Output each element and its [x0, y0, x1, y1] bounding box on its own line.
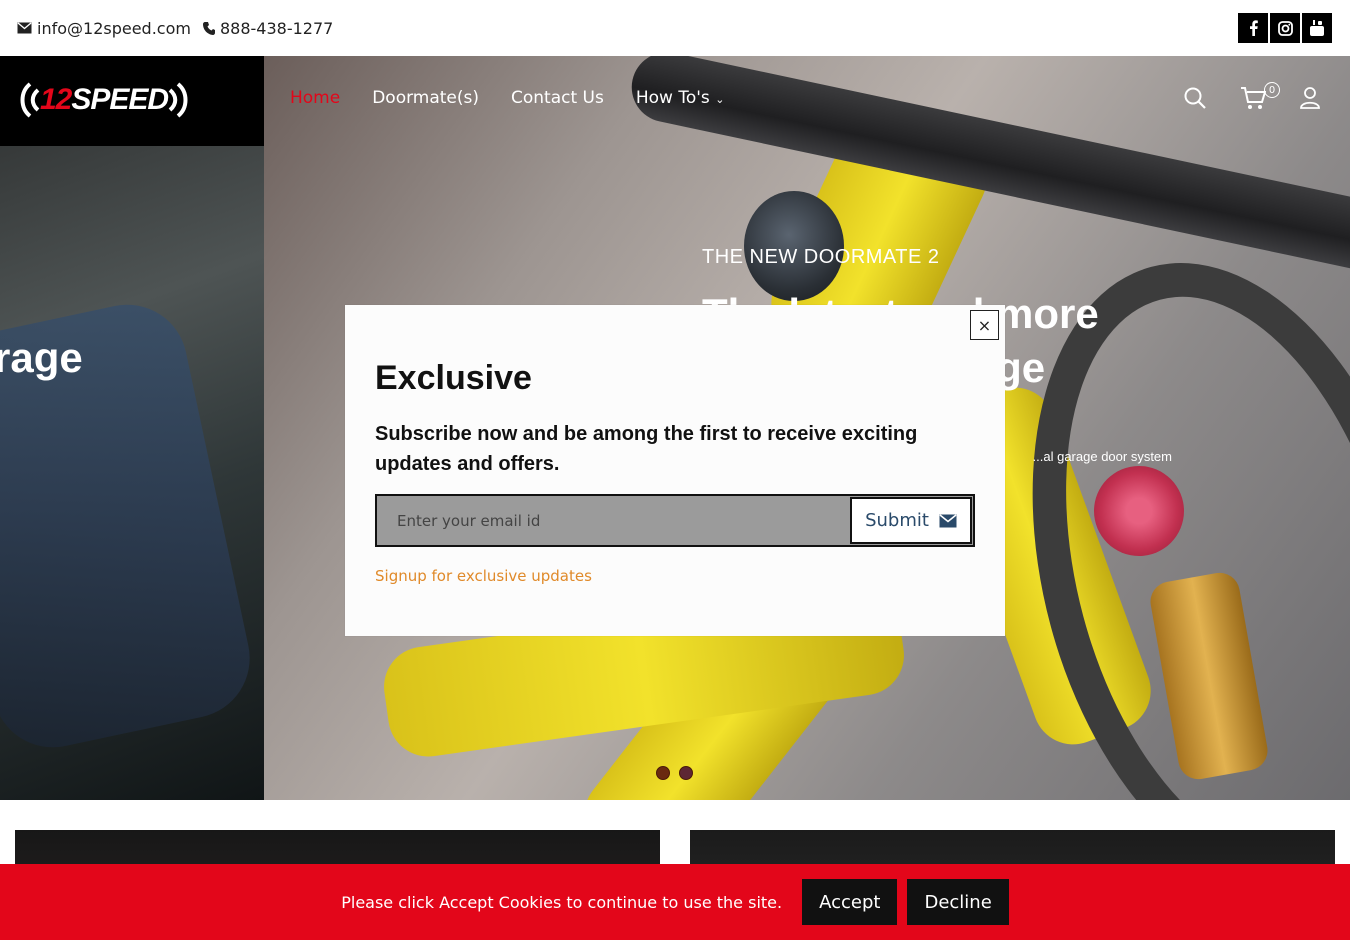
nav-doormates[interactable]: Doormate(s) — [372, 88, 479, 108]
facebook-icon — [1249, 20, 1258, 36]
cart-button[interactable]: 0 — [1240, 82, 1280, 114]
phone-text: 888-438-1277 — [219, 18, 334, 38]
youtube-icon — [1310, 20, 1324, 36]
phone-contact[interactable]: 888-438-1277 — [202, 18, 334, 38]
social-links — [1238, 13, 1332, 43]
logo-word: SPEED — [71, 83, 169, 116]
youtube-link[interactable] — [1302, 13, 1332, 43]
account-button[interactable] — [1300, 87, 1320, 113]
signal-right-icon — [168, 82, 188, 118]
slide-kicker: THE NEW DOORMATE 2 — [702, 246, 940, 268]
chevron-down-icon: ⌄ — [715, 93, 725, 106]
slider-dot-2[interactable] — [679, 766, 693, 780]
logo-wordmark: 12SPEED — [40, 83, 169, 117]
modal-lead-text: Subscribe now and be among the first to … — [375, 423, 918, 475]
instagram-link[interactable] — [1270, 13, 1300, 43]
cookie-message: Please click Accept Cookies to continue … — [341, 892, 783, 912]
envelope-icon — [939, 513, 957, 527]
facebook-link[interactable] — [1238, 13, 1268, 43]
header-actions: 0 — [1184, 82, 1320, 114]
decline-cookies-button[interactable]: Decline — [907, 879, 1009, 925]
submit-button[interactable]: Submit — [850, 497, 972, 544]
search-button[interactable] — [1184, 87, 1206, 113]
top-bar: info@12speed.com 888-438-1277 — [0, 0, 1350, 56]
email-contact[interactable]: info@12speed.com — [17, 19, 191, 38]
modal-title: Exclusive — [375, 359, 532, 397]
subscribe-form: Submit — [375, 494, 975, 547]
signal-left-icon — [20, 82, 40, 118]
envelope-icon — [17, 22, 32, 34]
accept-cookies-button[interactable]: Accept — [802, 879, 898, 925]
cart-icon — [1241, 87, 1267, 109]
submit-label: Submit — [865, 510, 929, 531]
nav-how-tos[interactable]: How To's ⌄ — [636, 88, 725, 108]
cookie-banner: Please click Accept Cookies to continue … — [0, 864, 1350, 940]
close-icon: × — [977, 315, 992, 335]
cart-count-badge: 0 — [1264, 82, 1280, 98]
instagram-icon — [1277, 20, 1293, 36]
logo-number: 12 — [40, 83, 72, 116]
previous-slide-title: rage — [0, 334, 83, 381]
main-nav: Home Doormate(s) Contact Us How To's ⌄ — [290, 88, 724, 108]
phone-icon — [202, 21, 215, 35]
signup-note: Signup for exclusive updates — [375, 567, 592, 585]
nav-how-tos-label: How To's — [635, 88, 710, 108]
fork-dial-image — [1094, 466, 1184, 556]
close-modal-button[interactable]: × — [970, 310, 999, 340]
previous-slide: rage — [0, 56, 264, 800]
slider-dots — [656, 766, 693, 780]
search-icon — [1184, 87, 1206, 109]
email-input[interactable] — [377, 496, 849, 545]
nav-contact-us[interactable]: Contact Us — [511, 88, 604, 108]
nav-home[interactable]: Home — [290, 88, 340, 108]
email-text: info@12speed.com — [37, 18, 191, 38]
site-logo[interactable]: 12SPEED — [16, 80, 192, 120]
user-icon — [1300, 87, 1320, 109]
slider-dot-1[interactable] — [656, 766, 670, 780]
subscribe-modal: × Exclusive Subscribe now and be among t… — [345, 305, 1005, 636]
